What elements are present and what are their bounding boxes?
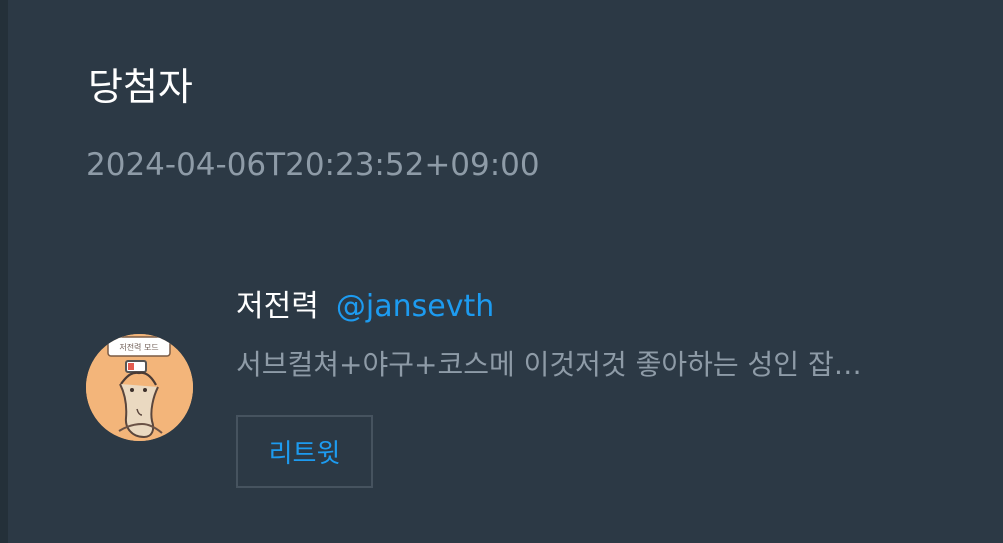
winner-profile-card: 저전력 모드 저전력 @jansevth 서브컬쳐+야구+코스메 이것저것 좋아… — [86, 287, 966, 497]
user-bio: 서브컬쳐+야구+코스메 이것저것 좋아하는 성인 잡… — [236, 348, 862, 381]
winner-name-line: 저전력 @jansevth — [236, 287, 966, 327]
avatar-label: 저전력 모드 — [119, 342, 158, 352]
left-edge-divider — [0, 0, 8, 543]
winner-user-info: 저전력 @jansevth 서브컬쳐+야구+코스메 이것저것 좋아하는 성인 잡… — [236, 287, 966, 488]
avatar-icon: 저전력 모드 — [86, 334, 193, 441]
winner-panel: 당첨자 2024-04-06T20:23:52+09:00 저전력 모드 저전력… — [0, 0, 1003, 543]
page-title: 당첨자 — [88, 65, 193, 109]
announcement-timestamp: 2024-04-06T20:23:52+09:00 — [86, 147, 540, 183]
user-handle[interactable]: @jansevth — [336, 289, 494, 324]
avatar[interactable]: 저전력 모드 — [86, 334, 193, 441]
retweet-button[interactable]: 리트윗 — [236, 415, 373, 488]
display-name[interactable]: 저전력 — [236, 289, 319, 324]
